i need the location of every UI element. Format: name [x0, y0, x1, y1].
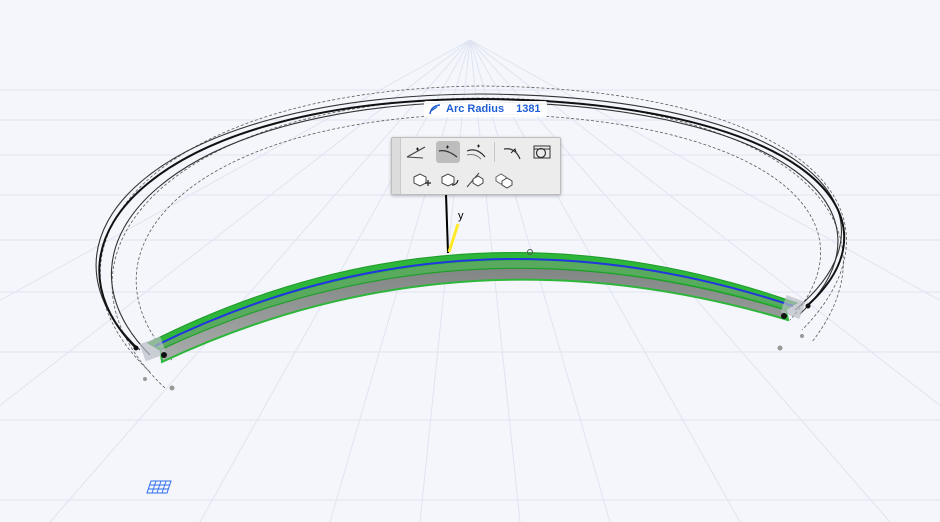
axis-z-line [445, 193, 449, 254]
drag-offset-icon[interactable] [438, 169, 462, 191]
arc-radius-icon [428, 103, 442, 115]
palette-separator [494, 142, 495, 162]
tracker-label: Arc Radius [446, 103, 505, 115]
palette-grip[interactable] [392, 138, 401, 194]
pet-palette [391, 137, 561, 195]
arc-preview-ghost [99, 85, 847, 389]
tracker: Arc Radius 1381 [424, 101, 547, 117]
curve-options-icon[interactable] [530, 141, 554, 163]
grid-snap-icon[interactable] [146, 479, 172, 500]
offset-edge-icon[interactable] [464, 169, 488, 191]
arc-edge-icon[interactable] [464, 141, 488, 163]
arc-offset-icon[interactable] [500, 141, 524, 163]
straight-edge-icon[interactable] [404, 141, 428, 163]
offset-all-icon[interactable] [492, 169, 516, 191]
tracker-value[interactable]: 1381 [516, 103, 540, 115]
axis-y-label: y [458, 210, 464, 222]
tangent-arc-icon[interactable] [436, 141, 460, 163]
move-node-icon[interactable] [410, 169, 434, 191]
3d-viewport[interactable]: y [0, 0, 940, 522]
